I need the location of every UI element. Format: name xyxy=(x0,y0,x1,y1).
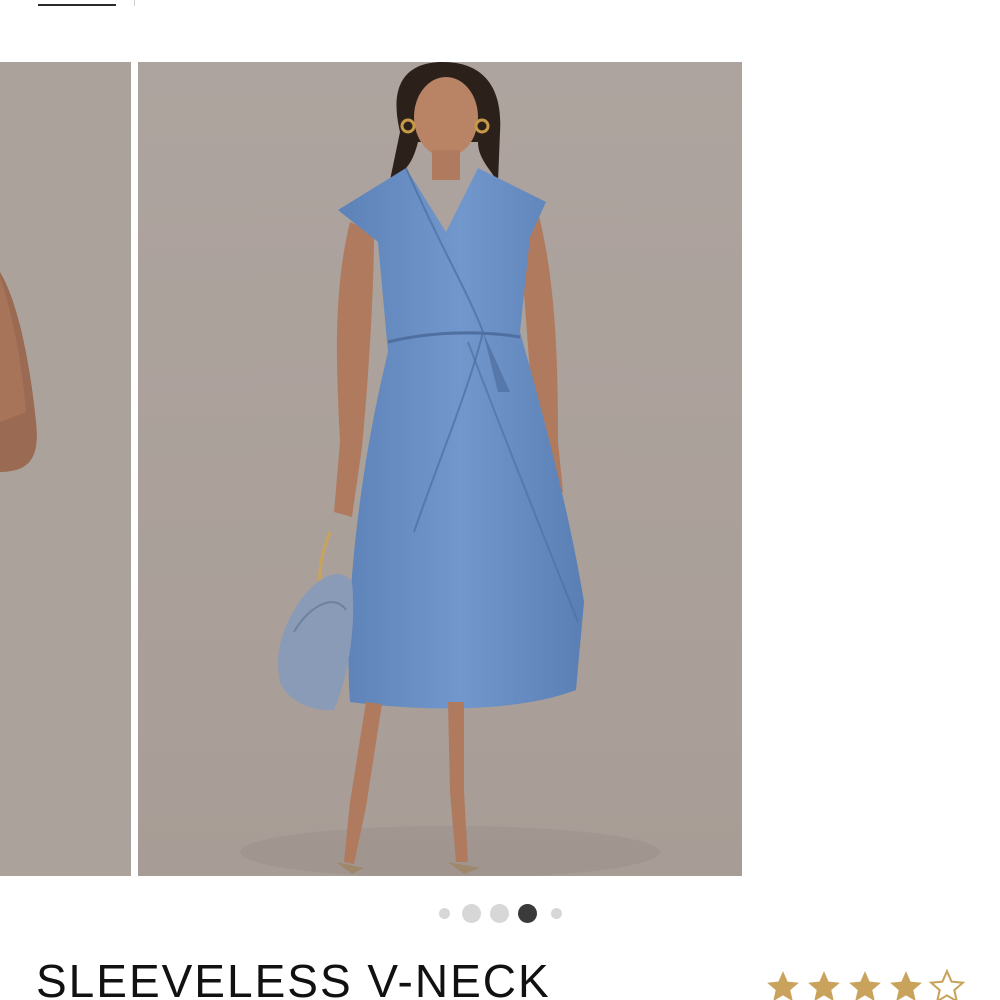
product-image-carousel[interactable] xyxy=(0,62,1000,876)
model-blue-wrap-dress-photo xyxy=(138,62,742,876)
product-title: SLEEVELESS V-NECK xyxy=(36,955,551,1000)
carousel-dot-4-active[interactable] xyxy=(518,904,537,923)
carousel-pagination xyxy=(0,902,1000,924)
carousel-slide-current[interactable] xyxy=(138,62,742,876)
carousel-dot-2[interactable] xyxy=(462,904,481,923)
star-empty-icon xyxy=(928,968,966,1000)
carousel-dot-1[interactable] xyxy=(439,908,450,919)
product-rating[interactable] xyxy=(764,968,969,1000)
model-arm-photo xyxy=(0,62,131,876)
star-filled-icon xyxy=(890,971,922,1000)
carousel-dot-3[interactable] xyxy=(490,904,509,923)
star-filled-icon xyxy=(849,971,881,1000)
top-tab-indicator xyxy=(38,4,116,6)
top-divider xyxy=(134,0,135,6)
star-filled-icon xyxy=(808,971,840,1000)
carousel-dot-5[interactable] xyxy=(551,908,562,919)
carousel-slide-previous[interactable] xyxy=(0,62,131,876)
star-filled-icon xyxy=(767,971,799,1000)
